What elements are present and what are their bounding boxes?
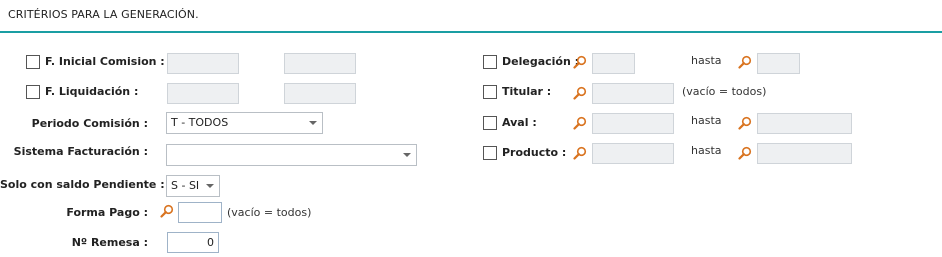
remesa-input[interactable]: 0 [167, 232, 219, 253]
f-liquidacion-label: F. Liquidación : [45, 85, 139, 98]
producto-label: Producto : [502, 146, 567, 159]
section-title: CRITÉRIOS PARA LA GENERACIÓN. [8, 8, 199, 21]
f-inicial-from-input[interactable] [167, 53, 239, 74]
f-liquidacion-from-input[interactable] [167, 83, 239, 104]
titular-label: Titular : [502, 85, 552, 98]
periodo-select-value: T - TODOS [171, 116, 229, 129]
sistema-select[interactable] [166, 144, 417, 166]
chevron-down-icon [206, 184, 214, 188]
forma-pago-hint: (vacío = todos) [227, 206, 312, 219]
hasta-label: hasta [691, 54, 722, 67]
aval-label: Aval : [502, 116, 537, 129]
titular-hint: (vacío = todos) [682, 85, 767, 98]
producto-to-input[interactable] [757, 143, 852, 164]
hasta-label: hasta [691, 144, 722, 157]
search-icon[interactable] [573, 116, 587, 130]
search-icon[interactable] [738, 55, 752, 69]
f-liquidacion-checkbox[interactable] [26, 85, 40, 99]
sistema-label: Sistema Facturación : [13, 145, 148, 158]
chevron-down-icon [309, 121, 317, 125]
aval-checkbox[interactable] [483, 116, 497, 130]
forma-pago-input[interactable] [178, 202, 222, 223]
search-icon[interactable] [573, 146, 587, 160]
forma-pago-label: Forma Pago : [66, 206, 148, 219]
saldo-select[interactable]: S - SI [166, 175, 220, 197]
delegacion-checkbox[interactable] [483, 55, 497, 69]
f-liquidacion-to-input[interactable] [284, 83, 356, 104]
aval-from-input[interactable] [592, 113, 674, 134]
saldo-select-value: S - SI [171, 179, 200, 192]
periodo-select[interactable]: T - TODOS [166, 112, 323, 134]
f-inicial-checkbox[interactable] [26, 55, 40, 69]
saldo-label: Solo con saldo Pendiente : [0, 178, 165, 191]
search-icon[interactable] [573, 55, 587, 69]
search-icon[interactable] [160, 204, 174, 218]
search-icon[interactable] [738, 116, 752, 130]
remesa-label: Nº Remesa : [71, 236, 148, 249]
search-icon[interactable] [573, 86, 587, 100]
aval-to-input[interactable] [757, 113, 852, 134]
f-inicial-label: F. Inicial Comision : [45, 55, 165, 68]
delegacion-from-input[interactable] [592, 53, 635, 74]
producto-from-input[interactable] [592, 143, 674, 164]
f-inicial-to-input[interactable] [284, 53, 356, 74]
chevron-down-icon [403, 153, 411, 157]
section-divider [0, 31, 942, 33]
delegacion-label: Delegación : [502, 55, 580, 68]
periodo-label: Periodo Comisión : [31, 117, 148, 130]
titular-checkbox[interactable] [483, 85, 497, 99]
titular-input[interactable] [592, 83, 674, 104]
producto-checkbox[interactable] [483, 146, 497, 160]
search-icon[interactable] [738, 146, 752, 160]
hasta-label: hasta [691, 114, 722, 127]
delegacion-to-input[interactable] [757, 53, 800, 74]
